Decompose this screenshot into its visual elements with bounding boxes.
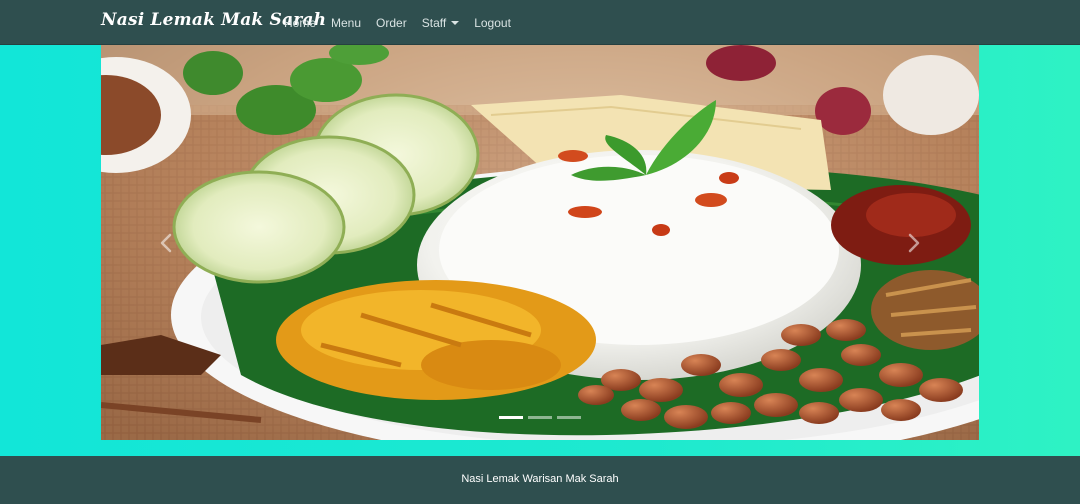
top-navbar: Nasi Lemak Mak Sarah Home Menu Order Sta… [0,0,1080,45]
carousel-indicator-2[interactable] [528,416,552,419]
nav-logout[interactable]: Logout [474,16,511,30]
nav-menu[interactable]: Menu [331,16,361,30]
carousel-indicators [101,416,979,419]
carousel-indicator-1[interactable] [499,416,523,419]
nav-staff-label: Staff [421,16,447,30]
nav-links: Home Menu Order Staff Logout [284,16,526,30]
carousel-slide-image [101,45,979,440]
nav-staff-dropdown[interactable]: Staff [421,16,460,30]
carousel-indicator-3[interactable] [557,416,581,419]
caret-down-icon [451,21,460,25]
nav-order[interactable]: Order [376,16,407,30]
carousel-prev-button[interactable] [121,45,211,440]
chevron-right-icon [908,233,920,252]
hero-carousel [101,45,979,440]
carousel-next-button[interactable] [869,45,959,440]
footer-text: Nasi Lemak Warisan Mak Sarah [461,473,619,485]
page-footer: Nasi Lemak Warisan Mak Sarah [0,456,1080,504]
nav-home[interactable]: Home [284,16,316,30]
chevron-left-icon [160,233,172,252]
